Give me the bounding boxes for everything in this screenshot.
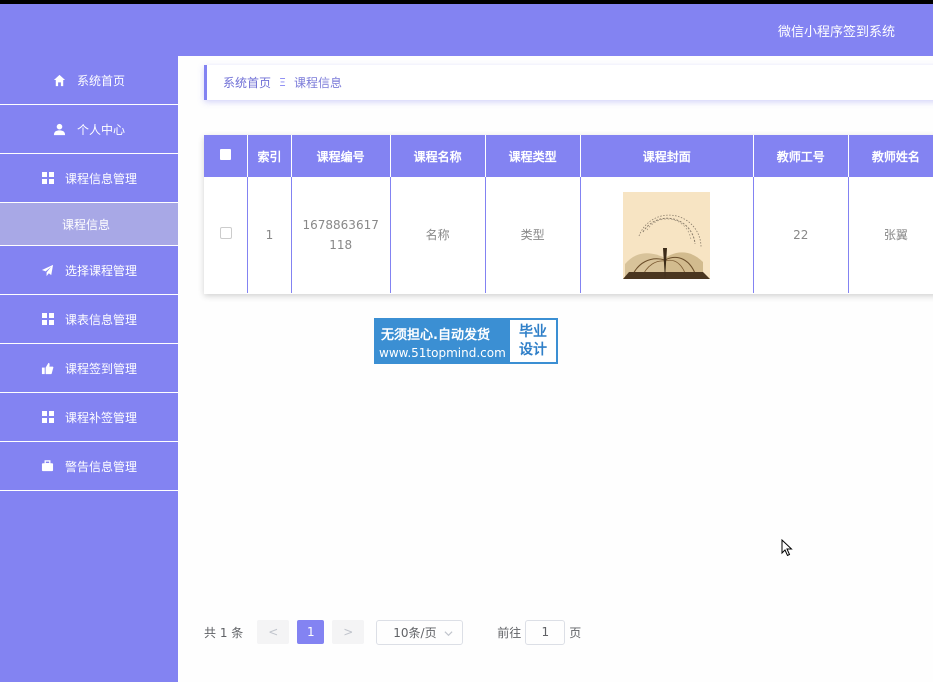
breadcrumb-separator: Ξ [279, 76, 286, 89]
table-row: 1 1678863617118 名称 类型 22 张翼 [204, 177, 933, 293]
sidebar-item-warning-mgmt[interactable]: 警告信息管理 [0, 442, 178, 491]
row-checkbox[interactable] [219, 227, 232, 239]
sidebar-item-label: 课程信息 [62, 217, 111, 232]
sidebar-item-label: 个人中心 [76, 122, 125, 137]
next-page-button[interactable]: > [332, 620, 365, 644]
cell-course-type: 类型 [485, 177, 581, 293]
home-icon [53, 73, 67, 87]
goto-label: 前往 [497, 625, 522, 640]
column-header: 课程封面 [580, 135, 754, 177]
watermark-badge-line1: 毕业 [519, 324, 547, 340]
sidebar-item-label: 课表信息管理 [64, 312, 137, 327]
column-header: 教师姓名 [848, 135, 933, 177]
sidebar-item-label: 系统首页 [76, 73, 125, 88]
send-icon [41, 263, 55, 277]
column-header: 课程编号 [291, 135, 391, 177]
cell-teacher-name: 张翼 [848, 177, 933, 293]
course-cover-image [623, 191, 711, 279]
breadcrumb: 系统首页 Ξ 课程信息 [204, 65, 933, 100]
select-all-checkbox[interactable] [220, 149, 232, 160]
column-header: 课程类型 [485, 135, 581, 177]
grid-icon [41, 410, 55, 424]
pagination: 共 1 条 < 1 > 10条/页 前往 1 页 [204, 619, 582, 645]
top-header: 微信小程序签到系统 [0, 4, 933, 56]
chevron-down-icon [444, 627, 453, 641]
sidebar-item-schedule-mgmt[interactable]: 课表信息管理 [0, 295, 178, 344]
page-size-select[interactable]: 10条/页 [376, 619, 464, 645]
cell-course-code: 1678863617118 [291, 177, 391, 293]
goto-page-input[interactable]: 1 [525, 619, 566, 645]
watermark-line1: 无须担心.自动发货 [381, 328, 490, 343]
sidebar-item-label: 课程信息管理 [64, 171, 137, 186]
user-icon [53, 122, 67, 136]
sidebar-item-makeup-checkin-mgmt[interactable]: 课程补签管理 [0, 393, 178, 442]
select-all-cell[interactable] [204, 135, 249, 177]
app-title: 微信小程序签到系统 [777, 25, 895, 40]
goto-unit: 页 [569, 625, 582, 640]
page-number-button[interactable]: 1 [297, 620, 325, 644]
cell-course-name: 名称 [390, 177, 486, 293]
course-code-text: 1678863617118 [302, 218, 379, 252]
thumb-icon [41, 361, 55, 375]
mouse-pointer-icon [781, 538, 793, 560]
breadcrumb-home-link[interactable]: 系统首页 [223, 74, 271, 91]
column-header: 课程名称 [390, 135, 486, 177]
row-select-cell[interactable] [204, 177, 249, 293]
sidebar-item-label: 选择课程管理 [64, 263, 137, 278]
main-content: 系统首页 Ξ 课程信息 索引 课程编号 课程名称 课程类型 课程封面 教师工号 … [178, 56, 933, 682]
sidebar-subitem-course-info[interactable]: 课程信息 [0, 203, 178, 246]
grid-icon [41, 171, 55, 185]
column-header: 教师工号 [753, 135, 849, 177]
sidebar-item-course-info-mgmt[interactable]: 课程信息管理 [0, 154, 178, 203]
watermark-badge-line2: 设计 [519, 342, 547, 358]
column-header: 索引 [247, 135, 292, 177]
table-header-row: 索引 课程编号 课程名称 课程类型 课程封面 教师工号 教师姓名 [204, 135, 933, 177]
pagination-total: 共 1 条 [204, 625, 244, 640]
sidebar-item-label: 课程补签管理 [64, 410, 137, 425]
watermark-line2: www.51topmind.com [379, 346, 506, 360]
sidebar-item-checkin-mgmt[interactable]: 课程签到管理 [0, 344, 178, 393]
sidebar-item-select-course-mgmt[interactable]: 选择课程管理 [0, 246, 178, 295]
cell-course-cover [580, 177, 754, 293]
breadcrumb-current: 课程信息 [293, 76, 342, 90]
page-size-value: 10条/页 [393, 625, 437, 640]
sidebar: 系统首页 个人中心 课程信息管理 课程信息 选择课程管理 课表信息管理 课程签到… [0, 56, 178, 682]
sidebar-item-personal-center[interactable]: 个人中心 [0, 105, 178, 154]
briefcase-icon [41, 459, 55, 473]
watermark-badge: 毕业 设计 [510, 320, 556, 362]
sidebar-item-label: 课程签到管理 [64, 361, 137, 376]
sidebar-item-home[interactable]: 系统首页 [0, 56, 178, 105]
grid-icon [41, 312, 55, 326]
course-table: 索引 课程编号 课程名称 课程类型 课程封面 教师工号 教师姓名 1 16788… [204, 135, 933, 294]
sidebar-item-label: 警告信息管理 [64, 459, 137, 474]
cell-index: 1 [247, 177, 292, 293]
watermark-banner: 无须担心.自动发货 www.51topmind.com 毕业 设计 [374, 318, 558, 364]
prev-page-button[interactable]: < [257, 620, 290, 644]
cell-teacher-id: 22 [753, 177, 849, 293]
